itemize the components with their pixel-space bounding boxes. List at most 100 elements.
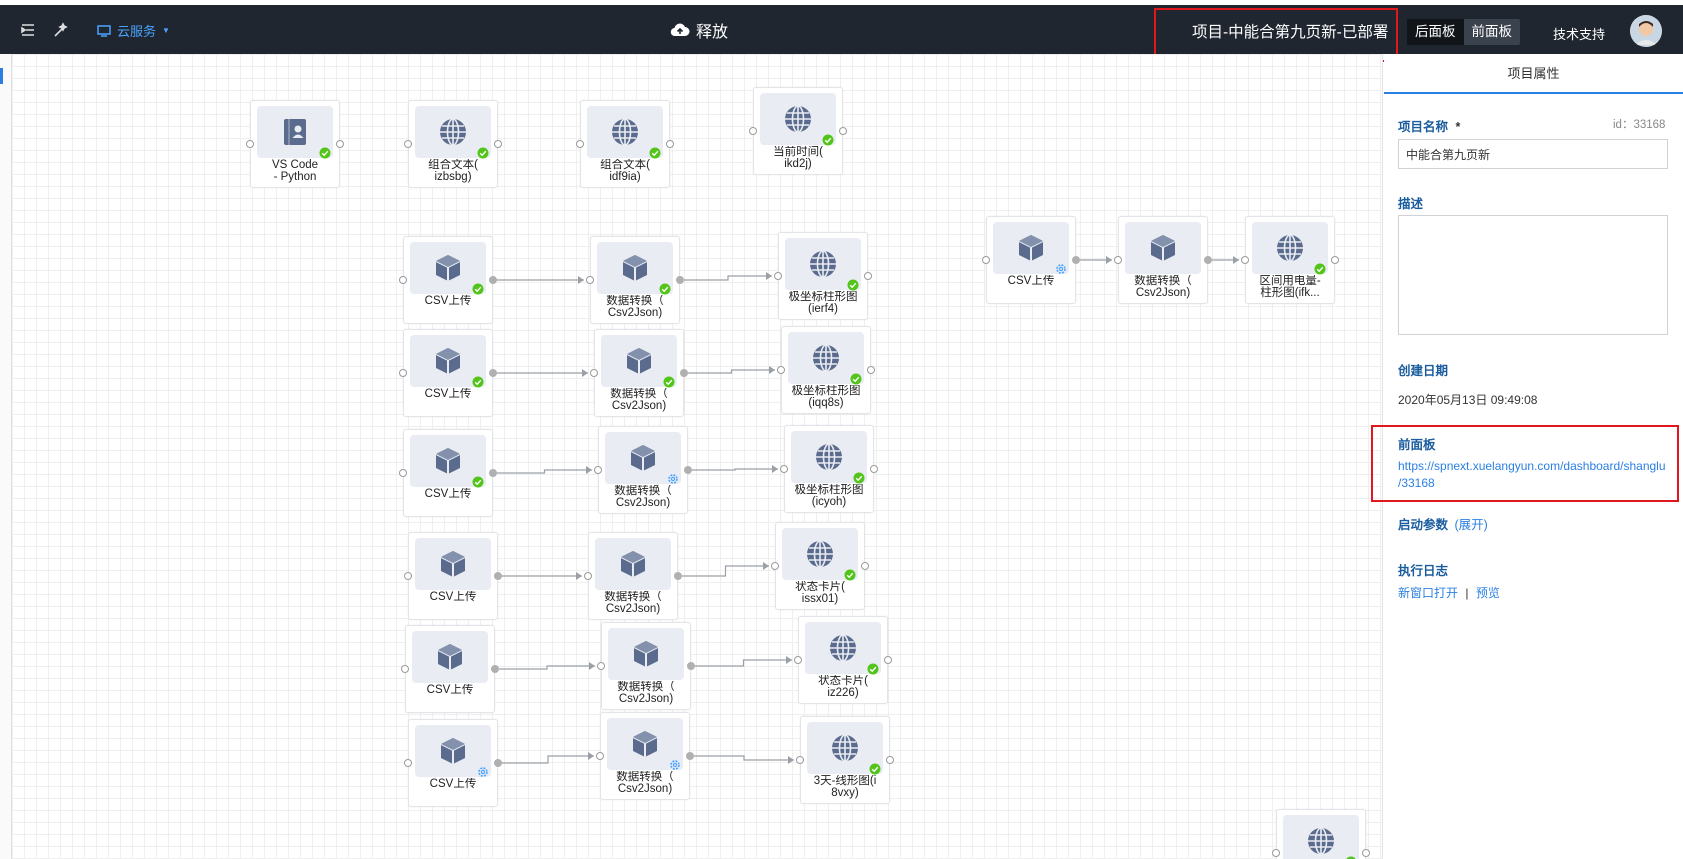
workflow-node[interactable]: CSV上传 — [403, 329, 493, 417]
input-port[interactable] — [404, 140, 412, 148]
release-button[interactable]: 释放 — [670, 18, 728, 42]
output-port[interactable] — [884, 656, 892, 664]
workflow-node[interactable]: 数据转换（ Csv2Json) — [598, 426, 688, 514]
workflow-node[interactable]: 区间用电量- 柱形图(ifk... — [1245, 216, 1335, 304]
output-port[interactable] — [861, 562, 869, 570]
output-port[interactable] — [867, 366, 875, 374]
output-port[interactable] — [886, 756, 894, 764]
node-label: 3天-线形图(i 8vxy) — [813, 775, 877, 799]
front-panel-button[interactable]: 前面板 — [1464, 19, 1521, 45]
output-port[interactable] — [491, 665, 499, 673]
output-port[interactable] — [687, 662, 695, 670]
output-port[interactable] — [1204, 256, 1212, 264]
workflow-node[interactable]: 数据转换（ Csv2Json) — [594, 329, 684, 417]
tab-project-properties[interactable]: 项目属性 — [1384, 54, 1683, 94]
launch-params-label: 启动参数 — [1398, 518, 1449, 532]
workflow-node[interactable]: 数据转换（ Csv2Json) — [590, 236, 680, 324]
input-port[interactable] — [774, 272, 782, 280]
output-port[interactable] — [336, 140, 344, 148]
input-port[interactable] — [246, 140, 254, 148]
output-port[interactable] — [489, 469, 497, 477]
input-port[interactable] — [576, 140, 584, 148]
workflow-node[interactable]: 极坐标柱形图 (iqq8s) — [781, 326, 871, 414]
workflow-node[interactable]: VS Code - Python — [250, 100, 340, 188]
project-name-input[interactable] — [1398, 139, 1668, 169]
workflow-node[interactable]: 状态卡片( iz226) — [798, 616, 888, 704]
input-port[interactable] — [590, 369, 598, 377]
workflow-node[interactable]: CSV上传 — [403, 429, 493, 517]
tech-support-link[interactable]: 技术支持 — [1553, 24, 1605, 43]
workflow-node[interactable]: 组合文本( izbsbg) — [408, 100, 498, 188]
input-port[interactable] — [780, 465, 788, 473]
input-port[interactable] — [404, 572, 412, 580]
success-check-icon — [663, 376, 675, 388]
workflow-node[interactable]: 状态卡片( issx01) — [775, 522, 865, 610]
output-port[interactable] — [1331, 256, 1339, 264]
workflow-node[interactable] — [1276, 809, 1366, 859]
input-port[interactable] — [586, 276, 594, 284]
output-port[interactable] — [489, 369, 497, 377]
input-port[interactable] — [399, 276, 407, 284]
user-avatar[interactable] — [1630, 15, 1662, 47]
output-port[interactable] — [489, 276, 497, 284]
output-port[interactable] — [494, 759, 502, 767]
output-port[interactable] — [674, 572, 682, 580]
workflow-node[interactable]: 数据转换（ Csv2Json) — [1118, 216, 1208, 304]
input-port[interactable] — [596, 752, 604, 760]
workflow-node[interactable]: CSV上传 — [408, 532, 498, 620]
node-label: CSV上传 — [426, 684, 474, 696]
output-port[interactable] — [839, 127, 847, 135]
output-port[interactable] — [864, 272, 872, 280]
preview-link[interactable]: 预览 — [1476, 586, 1500, 600]
launch-params-toggle[interactable]: (展开) — [1455, 518, 1488, 532]
workflow-node[interactable]: 极坐标柱形图 (ierf4) — [778, 232, 868, 320]
workflow-node[interactable]: CSV上传 — [408, 719, 498, 807]
workflow-node[interactable]: 数据转换（ Csv2Json) — [601, 622, 691, 710]
output-port[interactable] — [1072, 256, 1080, 264]
output-port[interactable] — [684, 466, 692, 474]
workflow-node[interactable]: 组合文本( idf9ia) — [580, 100, 670, 188]
workflow-node[interactable]: CSV上传 — [403, 236, 493, 324]
description-input[interactable] — [1398, 215, 1668, 335]
input-port[interactable] — [1241, 256, 1249, 264]
input-port[interactable] — [749, 127, 757, 135]
output-port[interactable] — [1362, 849, 1370, 857]
workflow-node[interactable]: 数据转换（ Csv2Json) — [600, 712, 690, 800]
cube-icon — [620, 551, 646, 577]
input-port[interactable] — [1114, 256, 1122, 264]
workflow-node[interactable]: 极坐标柱形图 (icyoh) — [784, 425, 874, 513]
output-port[interactable] — [494, 572, 502, 580]
input-port[interactable] — [771, 562, 779, 570]
workflow-node[interactable]: 数据转换（ Csv2Json) — [588, 532, 678, 620]
output-port[interactable] — [680, 369, 688, 377]
back-panel-button[interactable]: 后面板 — [1407, 19, 1464, 45]
input-port[interactable] — [401, 665, 409, 673]
node-icon-tile — [607, 718, 683, 770]
input-port[interactable] — [594, 466, 602, 474]
workflow-canvas[interactable]: VS Code - Python 组合文本( izbsbg) 组合文本( idf9i… — [0, 54, 1383, 859]
output-port[interactable] — [686, 752, 694, 760]
input-port[interactable] — [399, 369, 407, 377]
input-port[interactable] — [777, 366, 785, 374]
input-port[interactable] — [584, 572, 592, 580]
magic-wand-icon[interactable] — [51, 20, 71, 40]
input-port[interactable] — [404, 759, 412, 767]
output-port[interactable] — [676, 276, 684, 284]
input-port[interactable] — [399, 469, 407, 477]
input-port[interactable] — [796, 756, 804, 764]
workflow-node[interactable]: CSV上传 — [986, 216, 1076, 304]
workflow-node[interactable]: 3天-线形图(i 8vxy) — [800, 716, 890, 804]
output-port[interactable] — [494, 140, 502, 148]
workflow-node[interactable]: 当前时间( ikd2j) — [753, 87, 843, 175]
menu-collapse-icon[interactable] — [18, 20, 38, 40]
input-port[interactable] — [794, 656, 802, 664]
cloud-service-menu[interactable]: 云服务 ▼ — [97, 21, 170, 40]
input-port[interactable] — [982, 256, 990, 264]
workflow-node[interactable]: CSV上传 — [405, 625, 495, 713]
input-port[interactable] — [597, 662, 605, 670]
input-port[interactable] — [1272, 849, 1280, 857]
globe-icon — [807, 540, 833, 568]
output-port[interactable] — [870, 465, 878, 473]
open-new-window-link[interactable]: 新窗口打开 — [1398, 586, 1458, 600]
output-port[interactable] — [666, 140, 674, 148]
